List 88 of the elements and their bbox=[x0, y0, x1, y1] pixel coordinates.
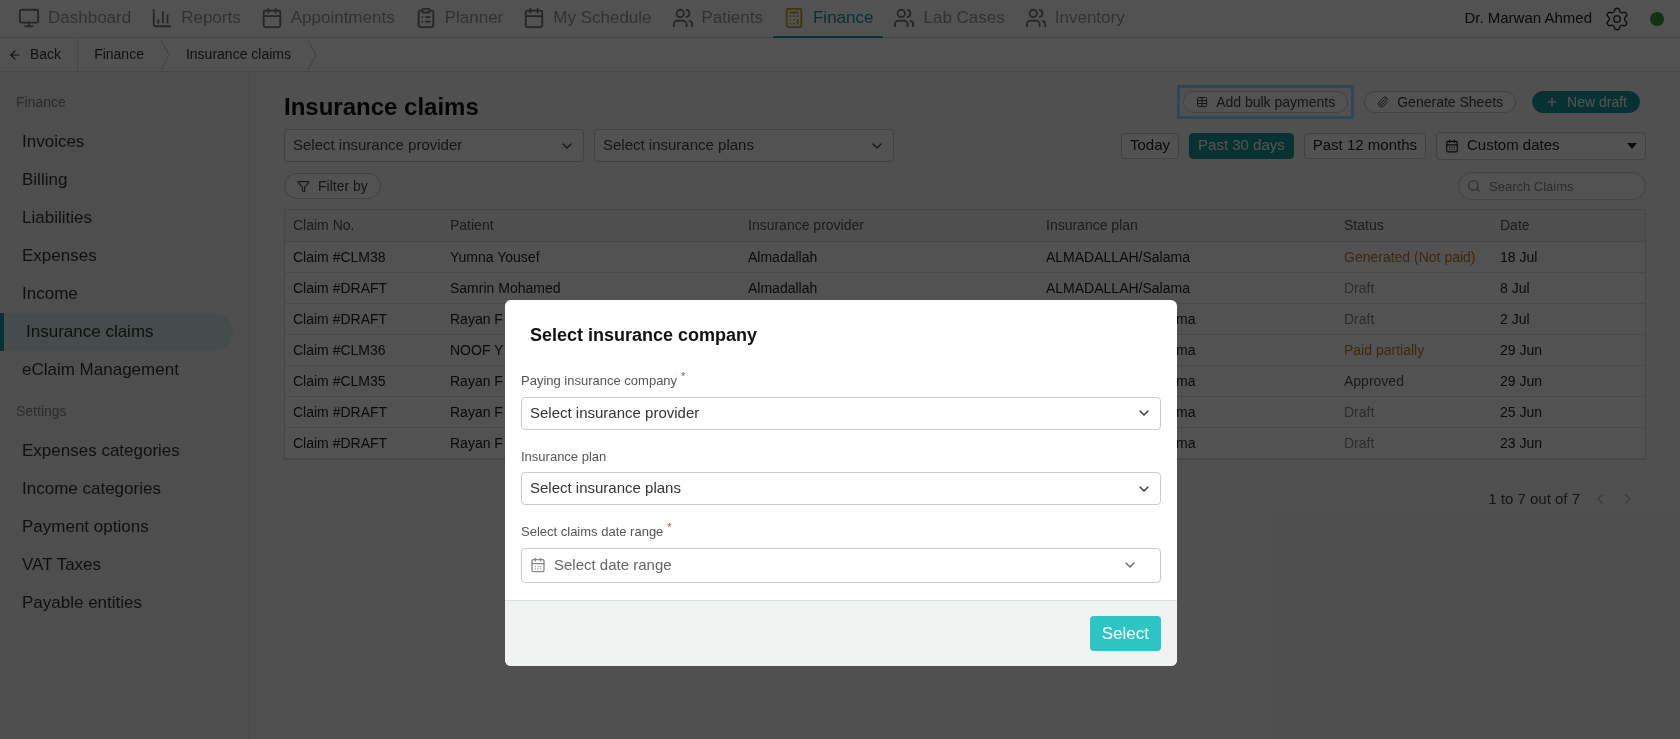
filter-by-button[interactable]: Filter by bbox=[284, 173, 381, 199]
calculator-icon bbox=[783, 6, 805, 29]
sidebar-item[interactable]: Payable entities bbox=[0, 584, 233, 622]
paperclip-icon bbox=[1377, 96, 1390, 108]
table-cell: ma bbox=[1176, 341, 1196, 358]
pagination-text: 1 to 7 out of 7 bbox=[1488, 489, 1580, 509]
table-cell: Yumna Yousef bbox=[450, 248, 540, 265]
table-cell: NOOF Y bbox=[450, 341, 504, 358]
back-arrow-icon bbox=[8, 47, 22, 62]
sidebar-item[interactable]: Billing bbox=[0, 161, 233, 199]
dialog-title: Select insurance company bbox=[530, 324, 759, 347]
table-cell-text: Claim #CLM36 bbox=[292, 340, 387, 360]
table-cell-text: 2 Jul bbox=[1499, 309, 1531, 329]
table-cell: ma bbox=[1176, 434, 1196, 451]
table-cell: ALMADALLAH/Salama bbox=[1046, 248, 1190, 265]
required-mark: * bbox=[681, 369, 686, 384]
plus-icon bbox=[1545, 95, 1560, 109]
bar-chart-icon bbox=[151, 6, 174, 29]
table-cell-text: 23 Jun bbox=[1499, 433, 1544, 453]
table-cell-text: 18 Jul bbox=[1499, 247, 1539, 267]
dropdown-select[interactable]: Select insurance plans bbox=[521, 472, 1161, 505]
table-cell: Rayan F bbox=[450, 372, 503, 389]
new-draft-button[interactable]: New draft bbox=[1532, 91, 1640, 113]
field-label: Select claims date range bbox=[521, 523, 664, 541]
table-cell-text: Claim #DRAFT bbox=[292, 278, 389, 298]
table-cell-text: Claim #DRAFT bbox=[292, 433, 389, 453]
sidebar-item[interactable]: VAT Taxes bbox=[0, 546, 233, 584]
bulk-payments-button[interactable]: Add bulk payments bbox=[1183, 91, 1349, 113]
user-name: Dr. Marwan Ahmed bbox=[1464, 8, 1592, 29]
table-cell: ma bbox=[1176, 372, 1196, 389]
table-cell-text: 8 Jul bbox=[1499, 278, 1531, 298]
table-cell-text: Claim #CLM38 bbox=[292, 247, 387, 267]
generate-sheets-button[interactable]: Generate Sheets bbox=[1364, 91, 1517, 113]
dropdown-caret-icon bbox=[1627, 142, 1637, 149]
required-mark: * bbox=[667, 520, 672, 535]
table-cell-text: 25 Jun bbox=[1499, 402, 1544, 422]
table-cell: Samrin Mohamed bbox=[450, 279, 561, 296]
calendar-icon bbox=[260, 6, 283, 29]
sidebar-item[interactable]: Income categories bbox=[0, 470, 233, 508]
status-label: Generated (Not paid) bbox=[1344, 248, 1476, 265]
filter-icon bbox=[297, 179, 310, 193]
select-button[interactable]: Select bbox=[1089, 615, 1161, 651]
custom-dates-select[interactable]: Custom dates bbox=[1436, 131, 1646, 160]
monitor-icon bbox=[18, 6, 40, 29]
table-cell: Almadallah bbox=[748, 279, 818, 296]
sidebar-item[interactable]: Expenses bbox=[0, 237, 233, 275]
table-cell-text: 29 Jun bbox=[1499, 371, 1544, 391]
field-label: Paying insurance company bbox=[521, 372, 678, 390]
table-cell: ma bbox=[1176, 310, 1196, 327]
dropdown-select[interactable]: Select insurance provider bbox=[521, 396, 1161, 430]
sidebar-item[interactable]: Liabilities bbox=[0, 199, 233, 237]
settings-icon[interactable] bbox=[1604, 5, 1630, 32]
search-icon bbox=[1467, 179, 1481, 193]
people-icon bbox=[671, 6, 694, 29]
sidebar-item[interactable]: Insurance claims bbox=[0, 313, 233, 351]
table-cell: Rayan F bbox=[450, 403, 503, 420]
sidebar-item[interactable]: Expenses categories bbox=[0, 432, 233, 470]
date-range-button[interactable]: Past 12 months bbox=[1303, 132, 1426, 159]
table-cell: ma bbox=[1176, 403, 1196, 420]
sidebar-item[interactable]: eClaim Management bbox=[0, 351, 233, 389]
filter-select[interactable]: Select insurance provider bbox=[284, 129, 584, 162]
calendar-icon bbox=[530, 557, 546, 573]
calendar-icon bbox=[523, 6, 546, 29]
sidebar-item[interactable]: Invoices bbox=[0, 123, 233, 161]
field-label: Insurance plan bbox=[521, 447, 607, 466]
breadcrumb-link[interactable]: Finance bbox=[78, 44, 160, 65]
calendar-icon bbox=[1445, 138, 1459, 153]
page-title: Insurance claims bbox=[284, 92, 479, 122]
date-range-select[interactable]: Select date range bbox=[521, 547, 1161, 583]
table-cell-text: 29 Jun bbox=[1499, 340, 1544, 360]
table-cell: ALMADALLAH/Salama bbox=[1046, 279, 1190, 296]
table-cell: Almadallah bbox=[748, 248, 818, 265]
table-cell-text: Claim #DRAFT bbox=[292, 309, 389, 329]
people-icon bbox=[1024, 6, 1047, 29]
people-icon bbox=[893, 6, 916, 29]
table-cell-text: Claim #DRAFT bbox=[292, 402, 389, 422]
date-range-button[interactable]: Past 30 days bbox=[1189, 132, 1294, 159]
date-range-button[interactable]: Today bbox=[1121, 132, 1180, 159]
breadcrumb-link[interactable]: Insurance claims bbox=[169, 44, 307, 65]
filter-select[interactable]: Select insurance plans bbox=[594, 129, 894, 162]
table-icon bbox=[1196, 96, 1209, 108]
sidebar-item[interactable]: Payment options bbox=[0, 508, 233, 546]
table-cell: Rayan F bbox=[450, 434, 503, 451]
table-cell: Rayan F bbox=[450, 310, 503, 327]
table-cell-text: Claim #CLM35 bbox=[292, 371, 387, 391]
status-label: Paid partially bbox=[1344, 341, 1425, 358]
sidebar-item[interactable]: Income bbox=[0, 275, 233, 313]
back-button[interactable]: Back bbox=[0, 38, 79, 71]
